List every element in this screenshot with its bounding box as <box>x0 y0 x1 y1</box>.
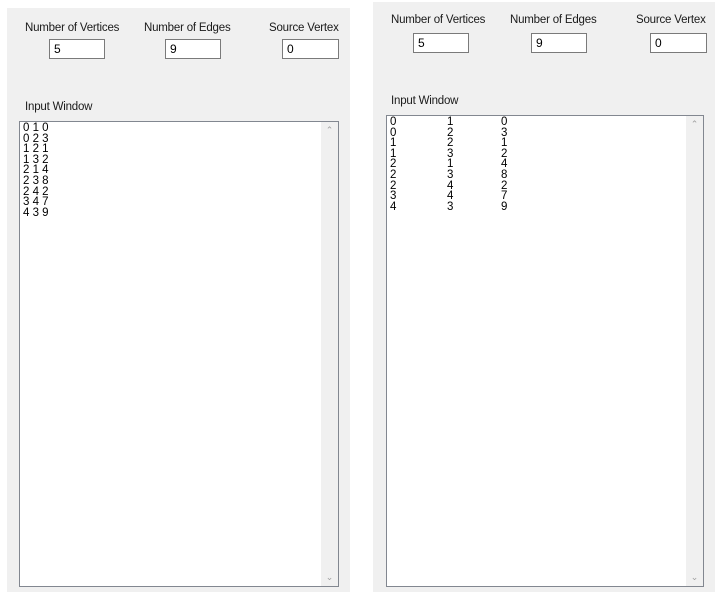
input-cell: 8 <box>501 169 508 181</box>
edges-label: Number of Edges <box>144 22 231 34</box>
input-cell: 0 <box>501 116 508 128</box>
input-cell: 4 <box>390 200 397 213</box>
input-window-textarea[interactable]: 0 1 00 2 31 2 11 3 22 1 42 3 82 4 23 4 7… <box>19 121 339 587</box>
input-window-content: 0 1 00 2 31 2 11 3 22 1 42 3 82 4 23 4 7… <box>23 122 49 219</box>
chevron-down-icon[interactable]: ⌄ <box>686 569 703 586</box>
input-cell: 3 <box>447 200 454 213</box>
edges-label: Number of Edges <box>510 14 597 26</box>
edges-input[interactable]: 9 <box>531 33 587 53</box>
input-line: 2 3 8 <box>23 174 49 187</box>
input-cell: 1 <box>447 116 454 128</box>
right-form-panel: Number of Vertices 5 Number of Edges 9 S… <box>373 2 715 592</box>
edges-input[interactable]: 9 <box>165 39 221 59</box>
chevron-down-icon[interactable]: ⌄ <box>321 569 338 586</box>
input-cell: 2 <box>390 169 397 181</box>
input-cell: 9 <box>501 200 508 213</box>
input-line: 0 1 0 <box>23 122 49 134</box>
vertical-scrollbar[interactable]: ⌃ ⌄ <box>321 122 338 586</box>
source-vertex-input[interactable]: 0 <box>282 39 339 59</box>
input-window-textarea[interactable]: 010023121132214238242347439 ⌃ ⌄ <box>386 115 704 587</box>
left-form-panel: Number of Vertices 5 Number of Edges 9 S… <box>7 8 350 592</box>
vertices-label: Number of Vertices <box>391 14 486 26</box>
input-line: 4 3 9 <box>23 206 49 219</box>
vertices-input[interactable]: 5 <box>49 39 105 59</box>
input-window-label: Input Window <box>25 101 93 113</box>
source-vertex-label: Source Vertex <box>269 22 339 34</box>
vertices-label: Number of Vertices <box>25 22 120 34</box>
input-window-label: Input Window <box>391 95 459 107</box>
vertical-scrollbar[interactable]: ⌃ ⌄ <box>686 116 703 586</box>
source-vertex-input[interactable]: 0 <box>650 33 707 53</box>
chevron-up-icon[interactable]: ⌃ <box>686 116 703 133</box>
vertices-input[interactable]: 5 <box>413 33 469 53</box>
input-cell: 3 <box>447 169 454 181</box>
input-cell: 0 <box>390 116 397 128</box>
chevron-up-icon[interactable]: ⌃ <box>321 122 338 139</box>
source-vertex-label: Source Vertex <box>636 14 706 26</box>
